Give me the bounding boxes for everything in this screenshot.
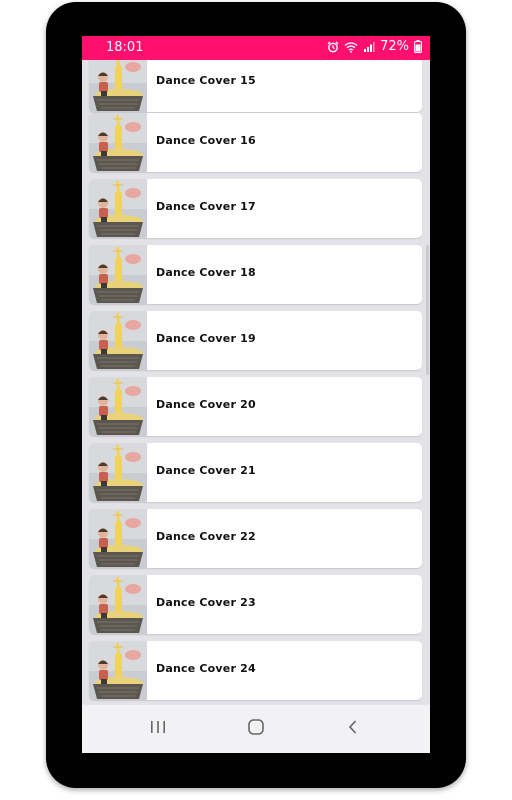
thumbnail-image: [89, 113, 147, 172]
item-title: Dance Cover 23: [156, 596, 256, 609]
back-icon: [346, 719, 360, 739]
item-title: Dance Cover 18: [156, 266, 256, 279]
item-title: Dance Cover 24: [156, 662, 256, 675]
list-item[interactable]: Dance Cover 23: [89, 575, 422, 634]
thumbnail-image: [89, 245, 147, 304]
list-item[interactable]: Dance Cover 24: [89, 641, 422, 700]
battery-icon: [414, 40, 422, 53]
item-title: Dance Cover 20: [156, 398, 256, 411]
cover-list[interactable]: Dance Cover 15 Dance Cover 16 Dance Cove…: [82, 60, 430, 704]
alarm-icon: [327, 41, 339, 53]
wifi-icon: [344, 41, 358, 53]
list-item[interactable]: Dance Cover 16: [89, 113, 422, 172]
list-item[interactable]: Dance Cover 15: [89, 60, 422, 112]
thumbnail-image: [89, 575, 147, 634]
status-time: 18:01: [106, 40, 144, 55]
item-title: Dance Cover 21: [156, 464, 256, 477]
recents-icon: [149, 719, 167, 739]
back-button[interactable]: [341, 717, 365, 741]
home-icon: [247, 718, 265, 740]
list-item[interactable]: Dance Cover 22: [89, 509, 422, 568]
list-item[interactable]: Dance Cover 19: [89, 311, 422, 370]
navigation-bar: [82, 705, 430, 753]
status-icons: 72%: [327, 39, 422, 54]
list-item[interactable]: Dance Cover 17: [89, 179, 422, 238]
thumbnail-image: [89, 377, 147, 436]
signal-icon: [363, 41, 375, 53]
scrollbar[interactable]: [426, 245, 429, 375]
item-title: Dance Cover 22: [156, 530, 256, 543]
recents-button[interactable]: [146, 717, 170, 741]
item-title: Dance Cover 15: [156, 74, 256, 87]
thumbnail-image: [89, 311, 147, 370]
thumbnail-image: [89, 443, 147, 502]
item-title: Dance Cover 17: [156, 200, 256, 213]
list-item[interactable]: Dance Cover 18: [89, 245, 422, 304]
phone-screen: 18:01 72% Dance Cover 15 Dance Cover 16 …: [82, 36, 430, 753]
item-title: Dance Cover 19: [156, 332, 256, 345]
thumbnail-image: [89, 509, 147, 568]
home-button[interactable]: [244, 717, 268, 741]
battery-percent: 72%: [380, 39, 409, 54]
list-item[interactable]: Dance Cover 20: [89, 377, 422, 436]
thumbnail-image: [89, 179, 147, 238]
status-bar: 18:01 72%: [82, 36, 430, 60]
thumbnail-image: [89, 60, 147, 112]
item-title: Dance Cover 16: [156, 134, 256, 147]
list-item[interactable]: Dance Cover 21: [89, 443, 422, 502]
thumbnail-image: [89, 641, 147, 700]
